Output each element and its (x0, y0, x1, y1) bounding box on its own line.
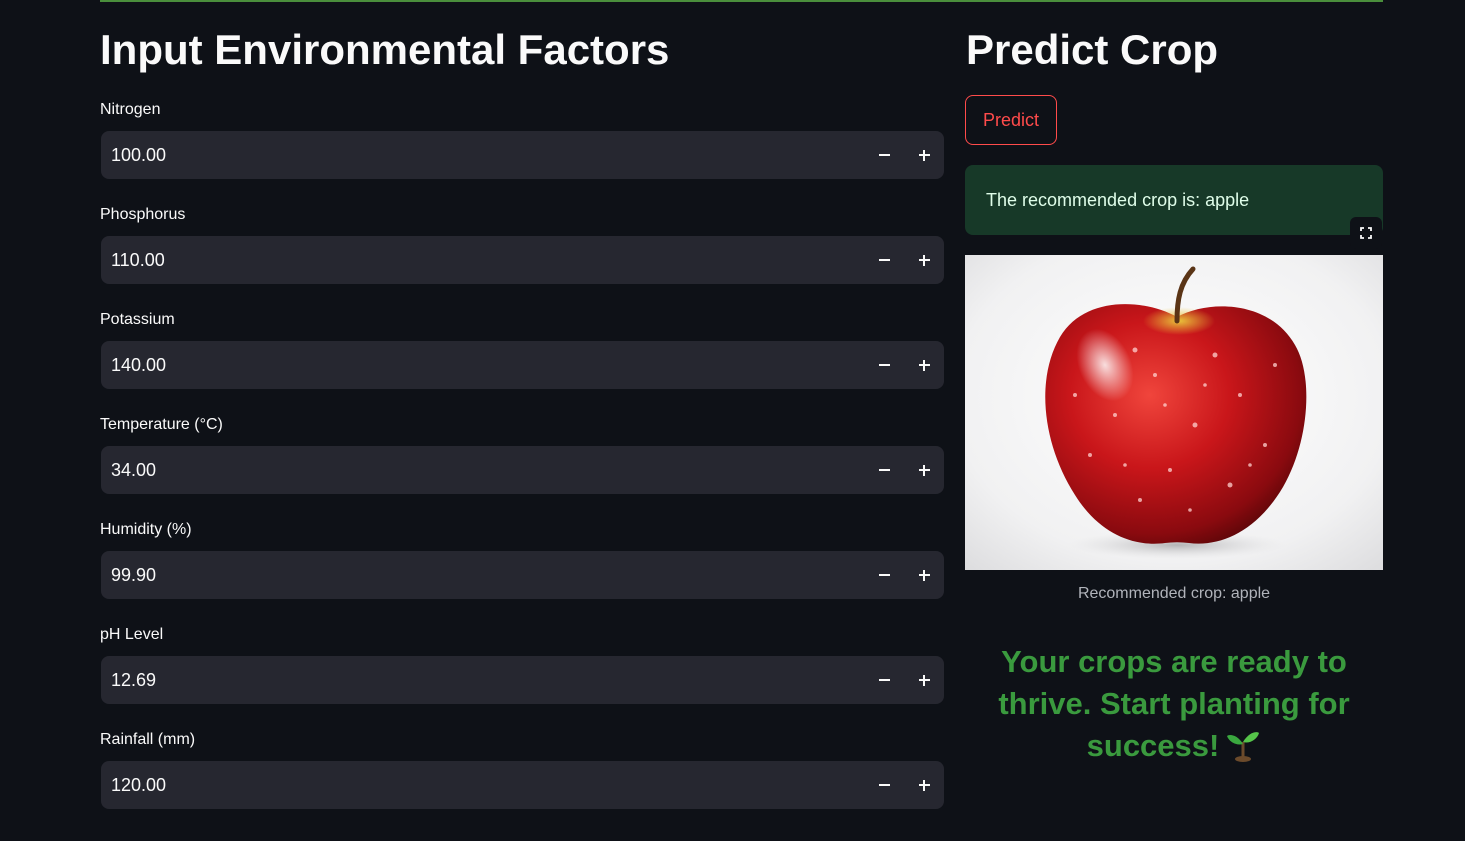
temperature-decrement-button[interactable] (864, 446, 904, 494)
minus-icon (878, 259, 890, 261)
plus-icon (918, 674, 930, 686)
inputs-title: Input Environmental Factors (100, 26, 670, 73)
plus-icon (918, 254, 930, 266)
apple-image (965, 255, 1383, 570)
rainfall-input[interactable]: 120.00 (101, 761, 944, 809)
temperature-label: Temperature (°C) (100, 416, 223, 433)
nitrogen-label: Nitrogen (100, 101, 161, 118)
ph-increment-button[interactable] (904, 656, 944, 704)
humidity-decrement-button[interactable] (864, 551, 904, 599)
nitrogen-input[interactable]: 100.00 (101, 131, 944, 179)
phosphorus-increment-button[interactable] (904, 236, 944, 284)
nitrogen-decrement-button[interactable] (864, 131, 904, 179)
phosphorus-input[interactable]: 110.00 (101, 236, 944, 284)
humidity-input[interactable]: 99.90 (101, 551, 944, 599)
result-message: The recommended crop is: apple (986, 190, 1250, 210)
potassium-decrement-button[interactable] (864, 341, 904, 389)
result-alert: The recommended crop is: apple (965, 165, 1383, 235)
plus-icon (918, 464, 930, 476)
rainfall-decrement-button[interactable] (864, 761, 904, 809)
minus-icon (878, 364, 890, 366)
seedling-icon (1227, 732, 1260, 762)
phosphorus-label: Phosphorus (100, 206, 186, 223)
tagline-text: Your crops are ready to thrive. Start pl… (998, 644, 1350, 763)
plus-icon (918, 569, 930, 581)
nitrogen-increment-button[interactable] (904, 131, 944, 179)
phosphorus-value[interactable]: 110.00 (111, 236, 165, 284)
fullscreen-icon (1360, 227, 1372, 239)
rainfall-value[interactable]: 120.00 (111, 761, 166, 809)
plus-icon (918, 359, 930, 371)
ph-decrement-button[interactable] (864, 656, 904, 704)
plus-icon (918, 149, 930, 161)
potassium-label: Potassium (100, 311, 175, 328)
header-divider (100, 0, 1383, 2)
humidity-label: Humidity (%) (100, 521, 192, 538)
rainfall-increment-button[interactable] (904, 761, 944, 809)
potassium-value[interactable]: 140.00 (111, 341, 166, 389)
predict-title: Predict Crop (966, 26, 1219, 73)
ph-label: pH Level (100, 626, 164, 643)
minus-icon (878, 574, 890, 576)
plus-icon (918, 779, 930, 791)
minus-icon (878, 469, 890, 471)
potassium-input[interactable]: 140.00 (101, 341, 944, 389)
temperature-increment-button[interactable] (904, 446, 944, 494)
phosphorus-decrement-button[interactable] (864, 236, 904, 284)
nitrogen-value[interactable]: 100.00 (111, 131, 166, 179)
temperature-input[interactable]: 34.00 (101, 446, 944, 494)
humidity-increment-button[interactable] (904, 551, 944, 599)
temperature-value[interactable]: 34.00 (111, 446, 156, 494)
minus-icon (878, 679, 890, 681)
fullscreen-button[interactable] (1350, 217, 1382, 249)
potassium-increment-button[interactable] (904, 341, 944, 389)
ph-value[interactable]: 12.69 (111, 656, 156, 704)
rainfall-label: Rainfall (mm) (100, 731, 196, 748)
minus-icon (878, 154, 890, 156)
image-caption: Recommended crop: apple (1077, 585, 1271, 602)
ph-input[interactable]: 12.69 (101, 656, 944, 704)
humidity-value[interactable]: 99.90 (111, 551, 156, 599)
success-tagline: Your crops are ready to thrive. Start pl… (965, 641, 1383, 767)
predict-button[interactable]: Predict (965, 95, 1057, 145)
minus-icon (878, 784, 890, 786)
